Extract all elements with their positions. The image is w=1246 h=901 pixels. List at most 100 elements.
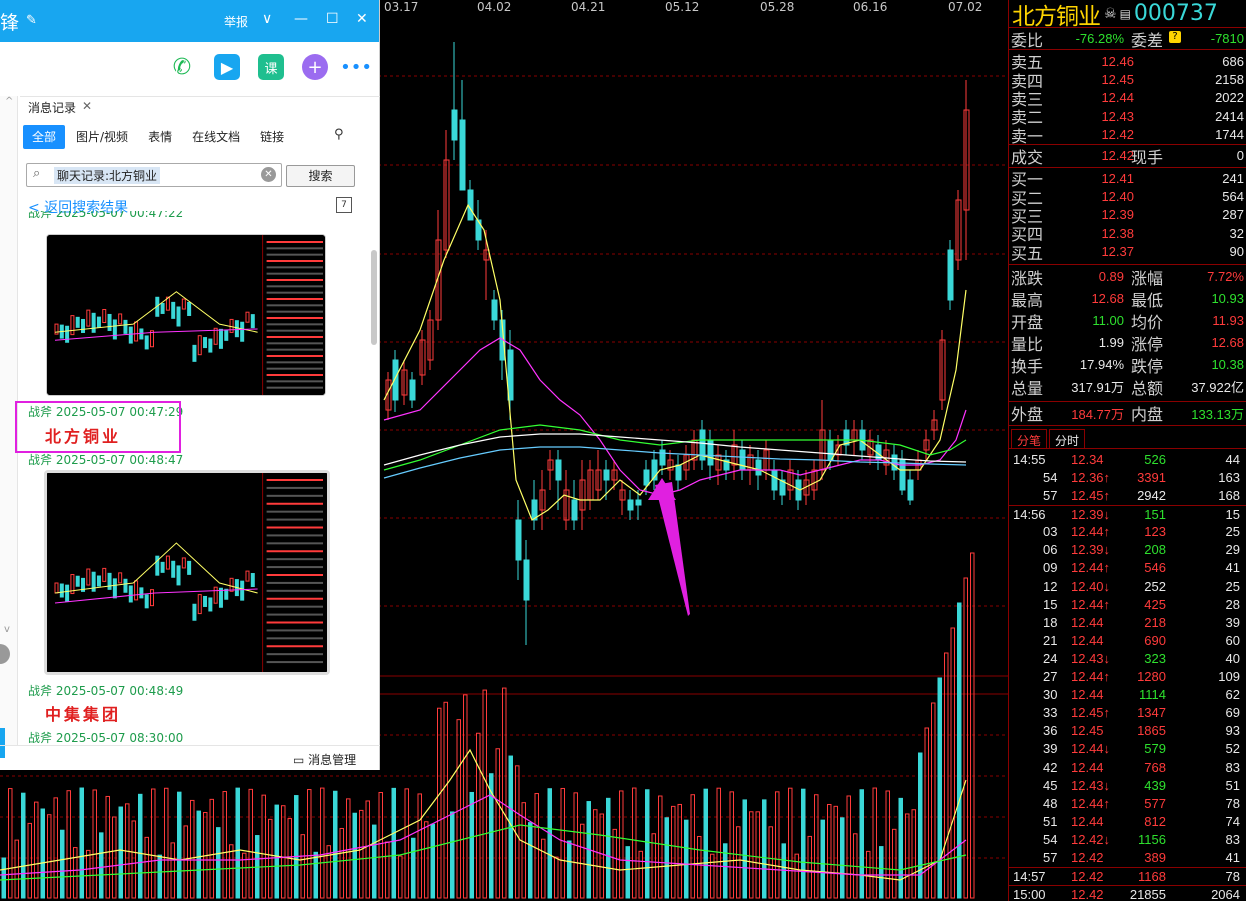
volume-bar [463,694,468,899]
stat-row-label2: 最低 [1131,290,1164,310]
filter-media[interactable]: 图片/视频 [67,125,137,149]
records-tab[interactable]: 消息记录 [28,99,76,116]
filter-emoji[interactable]: 表情 [139,125,181,149]
document-icon[interactable]: ▤ [1120,7,1131,21]
clear-icon[interactable]: ✕ [261,167,276,182]
tick-count: 52 [1225,741,1240,757]
tick-row: 09 12.44↑ 546 41 [1009,559,1246,577]
help-icon[interactable]: ? [1169,31,1181,43]
candle-body [643,469,650,486]
calendar-icon[interactable]: 7 [336,197,352,213]
volume-bar [469,791,474,899]
course-icon[interactable]: 课 [258,54,284,80]
video-icon[interactable]: ▶ [214,54,240,80]
edit-icon[interactable]: ✎ [26,13,37,28]
maximize-icon[interactable]: ☐ [326,11,339,27]
volume-bar [190,799,195,899]
tick-row: 54 12.36↑ 3391 163 [1009,469,1246,487]
search-input[interactable]: ⌕ 聊天记录:北方铜业 ✕ [26,163,282,187]
chart-screenshot-1[interactable] [46,234,326,396]
search-button[interactable]: 搜索 [286,165,355,187]
sell-row-value: 12.45 [1101,72,1134,88]
volume-bar [118,806,123,899]
tick-row: 36 12.45 1865 93 [1009,722,1246,740]
filter-docs[interactable]: 在线文档 [183,125,249,149]
thumb-quote-line [266,605,323,608]
thumb-quote-line [266,574,323,576]
volume-bar [970,552,975,899]
volume-bar [684,819,689,899]
phone-icon[interactable]: ✆ [169,54,195,80]
volume-bar [794,853,799,899]
scroll-thumb[interactable] [371,250,377,345]
tick-volume: 579 [1144,741,1166,757]
date-label: 06.16 [853,0,888,14]
tick-count: 15 [1225,507,1240,523]
sell-row-value2: 1744 [1215,127,1244,143]
thumb-candle [192,603,197,621]
tick-price: 12.42 [1071,887,1104,901]
filter-all[interactable]: 全部 [23,125,66,149]
filter-links[interactable]: 链接 [251,125,293,149]
minimize-icon[interactable]: — [294,11,308,27]
tick-row: 57 12.42 389 41 [1009,849,1246,867]
tab-ticks[interactable]: 分笔 [1011,428,1048,448]
sell-row-value: 12.44 [1101,90,1134,106]
weibi-label: 委比 [1011,30,1044,50]
tick-tabs: 分笔 分时 [1009,428,1246,449]
message-manage-button[interactable]: ▭ 消息管理 [293,751,356,768]
tick-volume: 577 [1144,795,1166,811]
volume-bar [14,839,19,899]
tick-time: 36 [1043,723,1058,739]
filter-icon[interactable]: ⚲ [334,127,344,142]
candle-body [827,439,834,461]
volume-bar [606,797,611,899]
tick-volume: 252 [1144,578,1166,594]
buy-row-value2: 564 [1222,189,1244,205]
outer-inner-row: 外盘 184.77万 内盘 133.13万 [1009,402,1246,426]
tick-count: 163 [1218,470,1240,485]
chevron-down-icon[interactable]: ∨ [262,11,272,27]
volume-bar [248,788,253,899]
volume-bar [339,827,344,899]
thumbnail-chart [47,473,327,672]
sell-row-value2: 2158 [1215,72,1244,88]
volume-bar [879,846,884,899]
plus-icon[interactable]: + [302,54,328,80]
tick-volume: 123 [1144,524,1166,540]
candle-body [739,449,746,471]
thumb-quote-line [266,329,323,332]
thumb-quote-line [266,653,323,656]
records-scrollbar[interactable] [369,100,379,740]
tab-timeshare[interactable]: 分时 [1049,428,1086,448]
more-icon[interactable]: ••• [340,54,372,80]
thumb-quote-line [266,317,323,319]
volume-bar [456,719,461,899]
thumb-quote-line [266,661,323,664]
close-icon[interactable]: ✕ [356,11,368,27]
tick-row: 51 12.44 812 74 [1009,813,1246,831]
volume-bar [957,602,962,899]
thumb-candle [128,585,133,603]
tick-price: 12.39↓ [1071,542,1111,558]
tick-price: 12.45 [1071,723,1104,739]
candle-body [475,219,482,241]
volume-bar [833,805,838,899]
tick-count: 29 [1225,542,1240,558]
close-tab-icon[interactable]: ✕ [82,99,92,113]
thumb-quote-line [266,260,323,262]
chevron-down-icon[interactable]: v [4,624,10,635]
volume-bar [859,789,864,899]
thumb-quote-line [266,486,323,489]
deal-row: 成交 12.42 现手 0 [1009,143,1246,168]
thumb-quote-line [266,386,323,389]
report-link[interactable]: 举报 [224,13,248,30]
tick-row: 12 12.40↓ 252 25 [1009,578,1246,596]
side-badge-icon[interactable] [0,644,10,664]
chart-screenshot-2[interactable] [44,470,330,675]
volume-bar [196,810,201,899]
volume-bar [300,834,305,899]
volume-bar [131,820,136,899]
stat-row: 量比 1.99 涨停 12.68 [1009,332,1246,354]
chevron-up-icon[interactable]: ^ [5,96,13,107]
